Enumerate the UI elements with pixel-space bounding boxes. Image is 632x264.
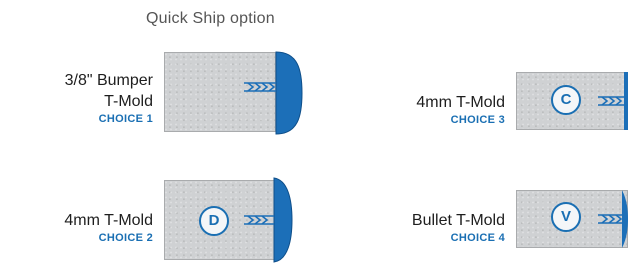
choice-1-name-line1: 3/8" Bumper [64, 72, 153, 89]
choice-2-name-line1: 4mm T-Mold [64, 212, 153, 229]
choice-4-bullet-edge-icon [598, 190, 628, 248]
choice-3-label: 4mm T-Mold CHOICE 3 [370, 92, 505, 127]
choice-2-label: 4mm T-Mold CHOICE 2 [18, 210, 153, 245]
choice-2-badge: D [199, 206, 229, 236]
choice-3-tag: CHOICE 3 [450, 114, 505, 126]
choice-4-name-line1: Bullet T-Mold [411, 212, 505, 229]
choice-4-badge: V [551, 202, 581, 232]
choice-3-flat-edge-icon [598, 72, 628, 130]
choice-4-label: Bullet T-Mold CHOICE 4 [370, 210, 505, 245]
choice-1-label: 3/8" Bumper T-Mold CHOICE 1 [18, 70, 153, 126]
choice-3-name-line1: 4mm T-Mold [416, 94, 505, 111]
choice-1-bumper-edge-icon [244, 51, 303, 135]
choice-2-tag: CHOICE 2 [98, 232, 153, 244]
choice-3-badge: C [551, 85, 581, 115]
choice-1-tag: CHOICE 1 [98, 113, 153, 125]
quick-ship-label: Quick Ship option [146, 10, 275, 27]
choice-2-d-edge-icon [244, 177, 293, 263]
choice-4-tag: CHOICE 4 [450, 232, 505, 244]
choice-1-name-line2: T-Mold [104, 93, 153, 110]
